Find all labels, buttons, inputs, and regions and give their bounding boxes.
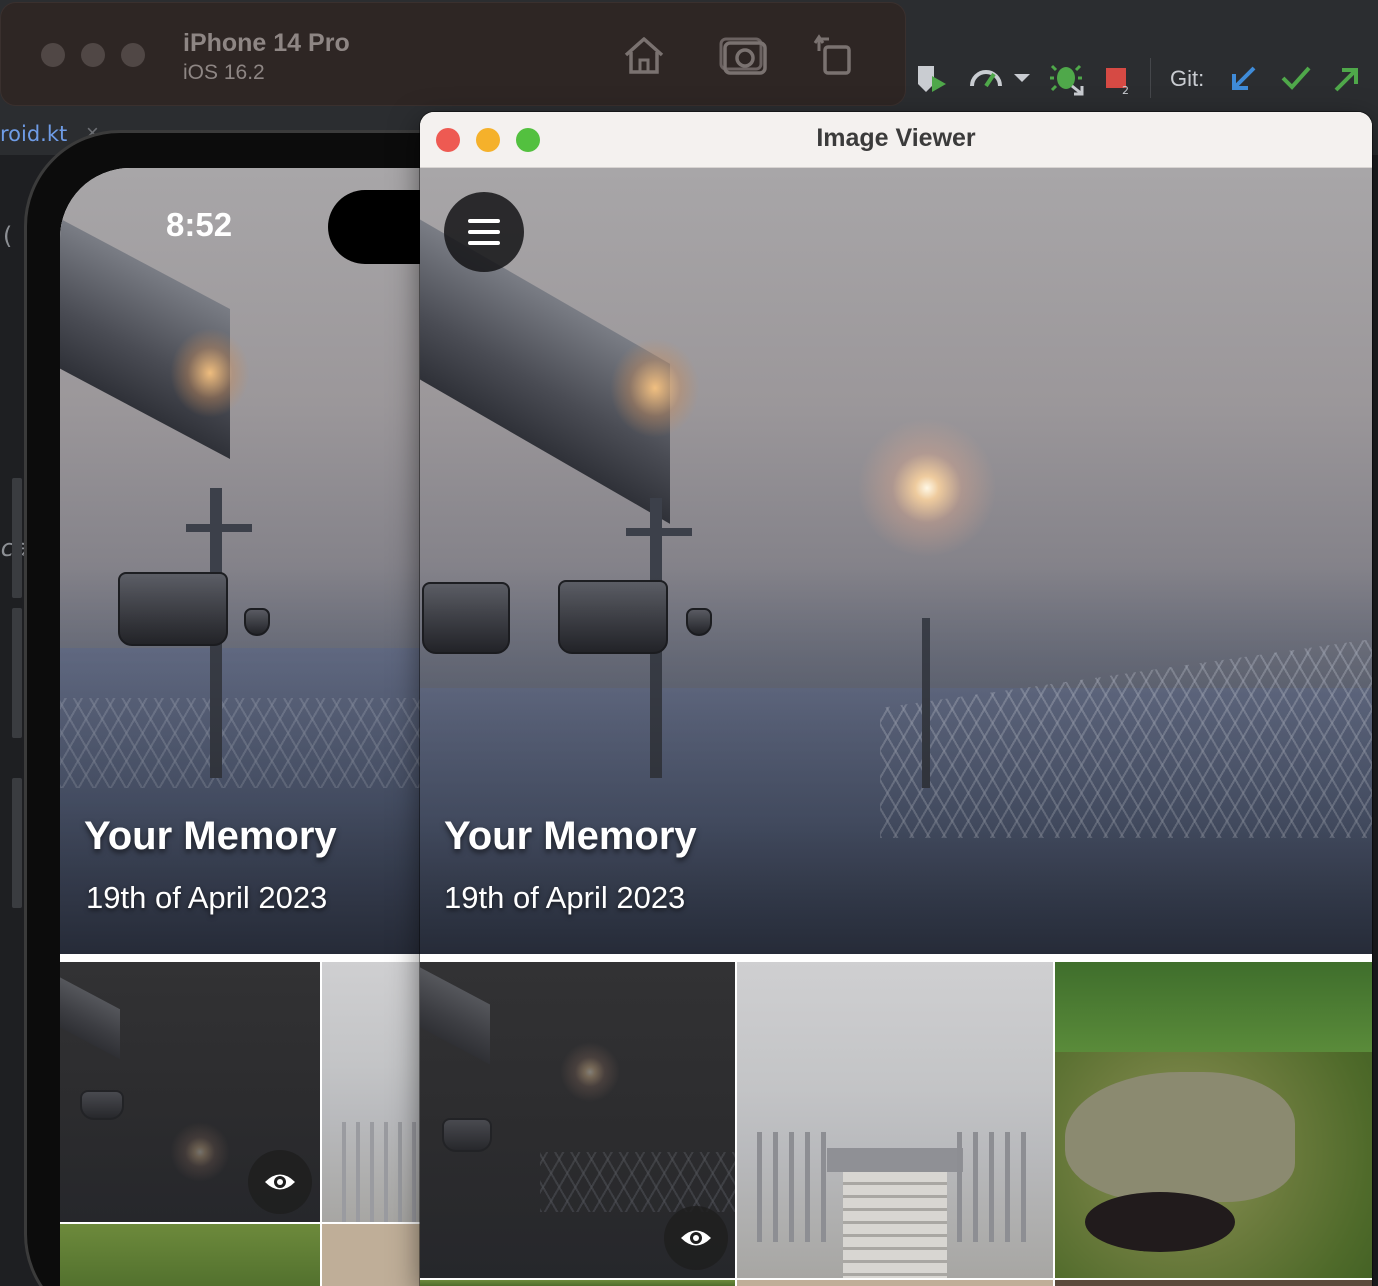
- window-title: Image Viewer: [816, 124, 976, 152]
- window-close-button[interactable]: [41, 43, 65, 67]
- gutter-marker: [12, 778, 22, 908]
- attach-debugger-icon[interactable]: [1050, 60, 1086, 96]
- toolbar-divider: [1150, 58, 1151, 98]
- chevron-down-icon[interactable]: [1012, 72, 1032, 84]
- eye-icon: [265, 1174, 295, 1190]
- code-fragment: (: [0, 222, 15, 250]
- git-push-icon[interactable]: [1332, 64, 1362, 94]
- menu-button[interactable]: [444, 192, 524, 272]
- photo-tile[interactable]: [420, 1280, 735, 1286]
- photo-tile[interactable]: [1055, 1280, 1372, 1286]
- hamburger-icon: [468, 219, 500, 223]
- image-viewer-window: Image Viewer Your Memory 19th of April 2…: [420, 112, 1372, 1286]
- simulator-title-bar: iPhone 14 Pro iOS 16.2: [0, 2, 906, 106]
- photo-tile[interactable]: [737, 1280, 1053, 1286]
- home-icon[interactable]: [621, 33, 667, 77]
- photo-tile[interactable]: [420, 962, 735, 1278]
- view-button[interactable]: [248, 1150, 312, 1214]
- rotate-icon[interactable]: [813, 33, 855, 77]
- git-update-icon[interactable]: [1228, 64, 1258, 94]
- view-button[interactable]: [664, 1206, 728, 1270]
- profiler-icon[interactable]: [968, 62, 1006, 92]
- memory-date: 19th of April 2023: [444, 880, 686, 915]
- photo-tile[interactable]: [60, 1224, 320, 1286]
- git-commit-icon[interactable]: [1280, 64, 1312, 92]
- memory-date: 19th of April 2023: [86, 880, 328, 915]
- editor-tab-label[interactable]: roid.kt: [0, 122, 67, 146]
- device-name: iPhone 14 Pro: [183, 29, 350, 57]
- gutter-marker: [12, 478, 22, 598]
- os-version: iOS 16.2: [183, 61, 265, 84]
- window-minimize-button[interactable]: [81, 43, 105, 67]
- photo-tile[interactable]: [1055, 962, 1372, 1278]
- photo-tile[interactable]: [60, 962, 320, 1222]
- stop-icon[interactable]: 2: [1104, 64, 1136, 96]
- photo-tile[interactable]: [737, 962, 1053, 1278]
- screenshot-icon[interactable]: [719, 33, 769, 77]
- status-bar-time: 8:52: [166, 206, 233, 243]
- window-title-bar: Image Viewer: [420, 112, 1372, 168]
- svg-text:2: 2: [1122, 84, 1129, 96]
- eye-icon: [681, 1230, 711, 1246]
- coverage-icon[interactable]: [914, 62, 950, 96]
- screen: roid.kt × ( ca 2 Git: iPhone 14 Pro: [0, 0, 1378, 1286]
- memory-title: Your Memory: [84, 814, 337, 858]
- gutter-marker: [12, 608, 22, 738]
- memory-title: Your Memory: [444, 814, 697, 858]
- git-label: Git:: [1170, 66, 1205, 91]
- window-zoom-button[interactable]: [121, 43, 145, 67]
